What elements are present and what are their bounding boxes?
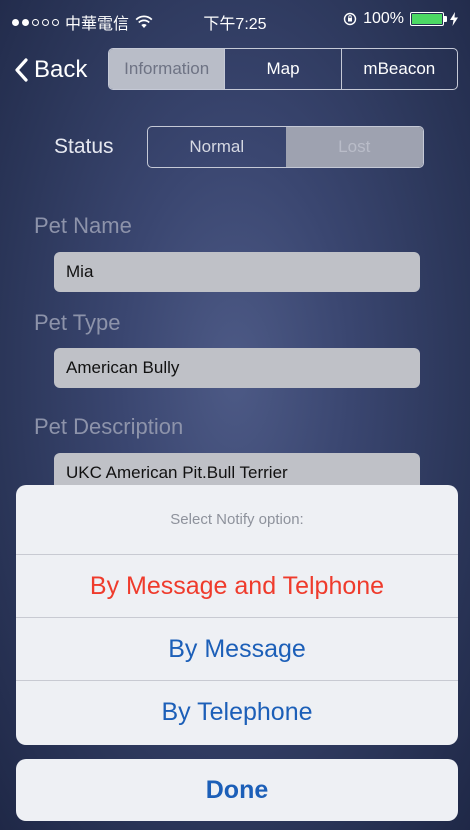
pet-description-label: Pet Description: [34, 414, 184, 439]
status-right: 100%: [343, 10, 458, 28]
battery-icon: [410, 12, 447, 26]
orientation-lock-icon: [343, 12, 357, 26]
option-by-message[interactable]: By Message: [16, 618, 458, 681]
pet-type-label: Pet Type: [34, 310, 121, 335]
pet-name-label: Pet Name: [34, 213, 132, 238]
charging-icon: [450, 12, 458, 26]
status-bar: 中華電信 下午7:25 100%: [0, 0, 470, 40]
pet-name-field[interactable]: Mia: [54, 252, 420, 292]
notify-action-sheet: Select Notify option: By Message and Tel…: [16, 485, 458, 745]
back-button[interactable]: Back: [14, 52, 87, 88]
tab-map[interactable]: Map: [225, 49, 342, 89]
action-sheet-title: Select Notify option:: [16, 485, 458, 555]
option-by-telephone[interactable]: By Telephone: [16, 681, 458, 744]
tab-mbeacon[interactable]: mBeacon: [342, 49, 457, 89]
pet-type-field[interactable]: American Bully: [54, 348, 420, 388]
status-option-normal[interactable]: Normal: [148, 127, 286, 167]
chevron-left-icon: [15, 58, 28, 82]
status-option-lost[interactable]: Lost: [285, 127, 423, 167]
option-by-message-and-telephone[interactable]: By Message and Telphone: [16, 555, 458, 618]
status-label: Status: [54, 135, 114, 158]
section-tabs: Information Map mBeacon: [108, 48, 458, 90]
battery-percent: 100%: [363, 10, 404, 27]
done-button[interactable]: Done: [16, 759, 458, 821]
tab-information[interactable]: Information: [109, 49, 226, 89]
status-toggle: Normal Lost: [147, 126, 424, 168]
back-label: Back: [34, 56, 88, 83]
